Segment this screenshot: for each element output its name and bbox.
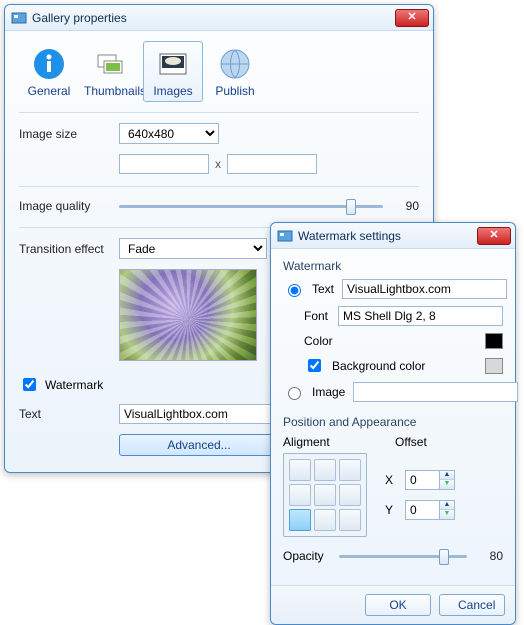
close-button[interactable]: ✕: [477, 227, 511, 245]
spin-up-icon[interactable]: ▲: [440, 471, 454, 480]
watermark-group-label: Watermark: [283, 259, 503, 273]
titlebar[interactable]: Watermark settings ✕: [271, 223, 515, 249]
font-label: Font: [304, 309, 330, 323]
tab-label: Publish: [208, 82, 262, 98]
align-tr[interactable]: [339, 459, 361, 481]
y-spinner[interactable]: ▲▼: [405, 500, 455, 520]
images-icon: [146, 46, 200, 82]
watermark-settings-window: Watermark settings ✕ Watermark Text Font…: [270, 222, 516, 625]
watermark-checkbox-label: Watermark: [45, 378, 103, 392]
advanced-button[interactable]: Advanced...: [119, 434, 279, 456]
image-size-label: Image size: [19, 127, 119, 141]
tab-images[interactable]: Images: [143, 41, 203, 102]
font-field[interactable]: [338, 306, 503, 326]
width-input[interactable]: [119, 154, 209, 174]
multiply-label: x: [215, 157, 221, 171]
alignment-label: Aligment: [283, 435, 373, 449]
close-button[interactable]: ✕: [395, 9, 429, 27]
alignment-grid: [283, 453, 367, 537]
image-quality-value: 90: [391, 199, 419, 213]
app-icon: [11, 10, 27, 26]
window-title: Gallery properties: [32, 11, 395, 25]
align-tc[interactable]: [314, 459, 336, 481]
opacity-row: Opacity 80: [283, 547, 503, 565]
bgcolor-row: Background color: [283, 356, 503, 375]
thumbnails-icon: [84, 46, 138, 82]
offset-label: Offset: [395, 435, 427, 449]
tab-strip: General Thumbnails Images Publish: [19, 41, 419, 102]
tab-label: Images: [146, 82, 200, 98]
y-label: Y: [385, 503, 397, 517]
window-body: Watermark Text Font Color Background col…: [271, 249, 515, 585]
height-input[interactable]: [227, 154, 317, 174]
tab-thumbnails[interactable]: Thumbnails: [81, 41, 141, 102]
divider: [19, 112, 419, 113]
globe-icon: [208, 46, 262, 82]
offset-controls: X ▲▼ Y ▲▼: [385, 470, 455, 520]
color-swatch[interactable]: [485, 333, 503, 349]
app-icon: [277, 228, 293, 244]
watermark-text-label: Text: [19, 407, 119, 421]
image-quality-row: Image quality 90: [19, 197, 419, 215]
x-input[interactable]: [405, 470, 439, 490]
align-br[interactable]: [339, 509, 361, 531]
dialog-button-row: OK Cancel: [271, 585, 515, 624]
tab-general[interactable]: General: [19, 41, 79, 102]
bgcolor-label: Background color: [332, 359, 477, 373]
image-radio-label: Image: [312, 385, 345, 399]
font-row: Font: [283, 306, 503, 326]
watermark-text-field[interactable]: [342, 279, 507, 299]
image-radio[interactable]: [288, 387, 301, 400]
tab-label: General: [22, 82, 76, 98]
transition-preview: [119, 269, 257, 361]
align-mc[interactable]: [314, 484, 336, 506]
image-size-select[interactable]: 640x480: [119, 123, 219, 144]
close-icon: ✕: [407, 12, 416, 23]
align-ml[interactable]: [289, 484, 311, 506]
spin-down-icon[interactable]: ▼: [440, 480, 454, 489]
align-bc[interactable]: [314, 509, 336, 531]
transition-select[interactable]: Fade: [119, 238, 267, 259]
transition-label: Transition effect: [19, 242, 119, 256]
divider: [19, 186, 419, 187]
y-input[interactable]: [405, 500, 439, 520]
watermark-text-input[interactable]: [119, 404, 279, 424]
opacity-label: Opacity: [283, 549, 339, 563]
tab-publish[interactable]: Publish: [205, 41, 265, 102]
custom-size-row: x: [119, 154, 419, 174]
spin-down-icon[interactable]: ▼: [440, 510, 454, 519]
text-radio[interactable]: [288, 284, 301, 297]
bgcolor-swatch[interactable]: [485, 358, 503, 374]
x-label: X: [385, 473, 397, 487]
bgcolor-checkbox[interactable]: [308, 359, 321, 372]
ok-button[interactable]: OK: [365, 594, 431, 616]
text-radio-label: Text: [312, 282, 334, 296]
info-icon: [22, 46, 76, 82]
align-bl[interactable]: [289, 509, 311, 531]
opacity-value: 80: [475, 549, 503, 563]
spin-up-icon[interactable]: ▲: [440, 501, 454, 510]
image-option-row: Image ...: [283, 382, 503, 402]
align-tl[interactable]: [289, 459, 311, 481]
align-mr[interactable]: [339, 484, 361, 506]
image-quality-slider[interactable]: [119, 197, 383, 215]
image-path-field[interactable]: [353, 382, 518, 402]
color-label: Color: [304, 334, 344, 348]
image-quality-label: Image quality: [19, 199, 119, 213]
color-row: Color: [283, 333, 503, 349]
image-size-row: Image size 640x480: [19, 123, 419, 144]
cancel-button[interactable]: Cancel: [439, 594, 505, 616]
position-appearance-label: Position and Appearance: [283, 415, 503, 429]
opacity-slider[interactable]: [339, 547, 467, 565]
close-icon: ✕: [489, 230, 498, 241]
text-option-row: Text: [283, 279, 503, 299]
window-title: Watermark settings: [298, 229, 477, 243]
watermark-checkbox[interactable]: [23, 378, 36, 391]
x-spinner[interactable]: ▲▼: [405, 470, 455, 490]
titlebar[interactable]: Gallery properties ✕: [5, 5, 433, 31]
tab-label: Thumbnails: [84, 82, 138, 98]
